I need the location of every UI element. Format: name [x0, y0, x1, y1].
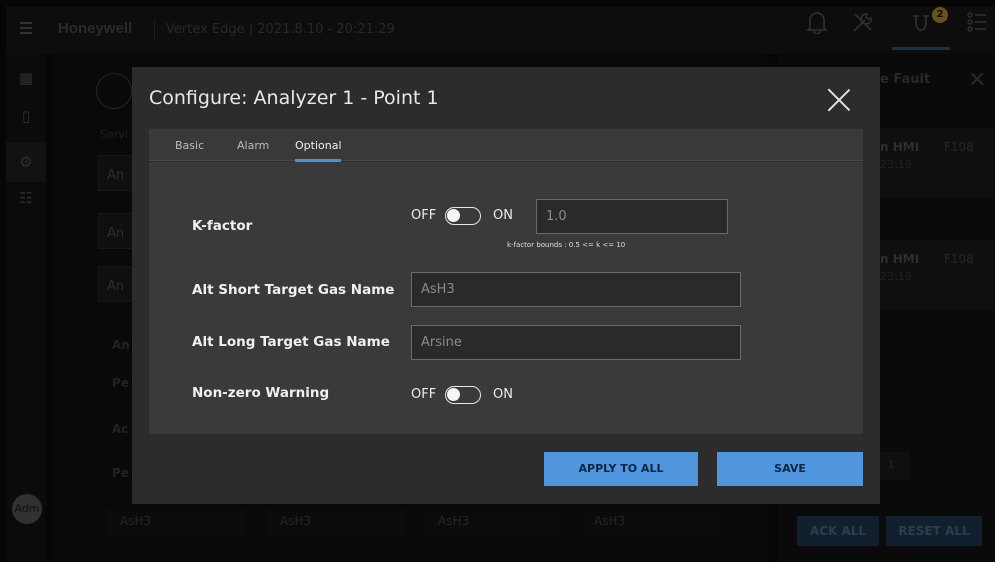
- apply-to-all-button[interactable]: APPLY TO ALL: [544, 452, 698, 486]
- kfactor-label: K-factor: [192, 218, 253, 234]
- configure-dialog: Configure: Analyzer 1 - Point 1 Basic Al…: [132, 67, 880, 504]
- kfactor-input[interactable]: 1.0: [536, 199, 728, 234]
- toggle-on-label: ON: [493, 208, 513, 223]
- alt-long-input[interactable]: Arsine: [411, 325, 741, 360]
- nonzero-toggle[interactable]: [445, 386, 481, 404]
- close-icon[interactable]: [826, 87, 852, 113]
- tab-optional[interactable]: Optional: [295, 139, 342, 152]
- nonzero-label: Non-zero Warning: [192, 385, 330, 401]
- tab-alarm[interactable]: Alarm: [237, 139, 269, 152]
- optional-settings: K-factor OFF ON 1.0 k-factor bounds : 0.…: [149, 162, 863, 434]
- toggle-knob: [447, 209, 460, 222]
- toggle-off-label: OFF: [411, 208, 437, 223]
- kfactor-toggle[interactable]: [445, 207, 481, 225]
- toggle-off-label: OFF: [411, 387, 437, 402]
- alt-short-input[interactable]: AsH3: [411, 272, 741, 307]
- save-button[interactable]: SAVE: [717, 452, 863, 486]
- kfactor-hint: k-factor bounds : 0.5 <= k <= 10: [507, 241, 626, 249]
- dialog-title: Configure: Analyzer 1 - Point 1: [149, 87, 439, 109]
- alt-short-label: Alt Short Target Gas Name: [192, 282, 395, 298]
- toggle-knob: [447, 388, 460, 401]
- toggle-on-label: ON: [493, 387, 513, 402]
- tab-bar: Basic Alarm Optional: [149, 129, 863, 162]
- tab-basic[interactable]: Basic: [175, 139, 204, 152]
- alt-long-label: Alt Long Target Gas Name: [192, 334, 390, 350]
